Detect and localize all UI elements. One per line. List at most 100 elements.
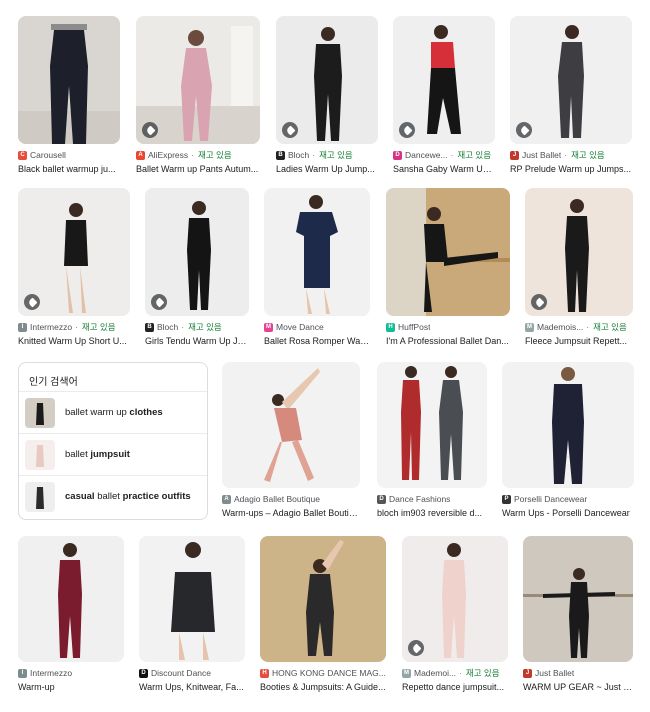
result-image[interactable] — [502, 362, 634, 488]
result-card[interactable]: M Mademois... · 재고 있음 Fleece Jumpsuit Re… — [525, 188, 633, 346]
result-title[interactable]: Warm-ups – Adagio Ballet Boutiq... — [222, 508, 360, 518]
result-source: A Adagio Ballet Boutique — [222, 493, 360, 505]
result-image[interactable] — [145, 188, 249, 316]
result-card[interactable]: B Bloch · 재고 있음 Ladies Warm Up Jump... — [276, 16, 378, 174]
shopping-tag-icon — [282, 122, 298, 138]
in-stock-label: 재고 있음 — [571, 150, 605, 160]
result-source: B Bloch · 재고 있음 — [145, 321, 249, 333]
result-image[interactable] — [18, 188, 130, 316]
dancewear-icon: D — [393, 150, 402, 160]
dancefashions-icon: D — [377, 494, 386, 504]
result-title[interactable]: WARM UP GEAR ~ Just B... — [523, 682, 633, 692]
result-title[interactable]: Warm-up — [18, 682, 124, 692]
adagio-icon: A — [222, 494, 231, 504]
result-title[interactable]: Ballet Rosa Romper War... — [264, 336, 370, 346]
popular-searches-heading: 인기 검색어 — [29, 377, 78, 388]
huffpost-icon: H — [386, 322, 395, 332]
result-card[interactable]: D Dance Fashions bloch im903 reversible … — [377, 362, 487, 518]
result-card[interactable]: D Dancewe... · 재고 있음 Sansha Gaby Warm Up… — [393, 16, 495, 174]
result-image[interactable] — [222, 362, 360, 488]
result-title[interactable]: I'm A Professional Ballet Dan... — [386, 336, 510, 346]
in-stock-label: 재고 있음 — [457, 150, 492, 160]
shopping-tag-icon — [142, 122, 158, 138]
result-title[interactable]: Ballet Warm up Pants Autum... — [136, 164, 260, 174]
bloch-icon: B — [145, 322, 154, 332]
aliexpress-icon: A — [136, 150, 145, 160]
result-image[interactable] — [264, 188, 370, 316]
result-title[interactable]: Warm Ups, Knitwear, Fa... — [139, 682, 245, 692]
result-image[interactable] — [260, 536, 386, 662]
result-image[interactable] — [510, 16, 632, 144]
result-card[interactable]: J Just Ballet · 재고 있음 RP Prelude Warm up… — [510, 16, 632, 174]
result-card[interactable]: P Porselli Dancewear Warm Ups - Porselli… — [502, 362, 634, 518]
result-source: A AliExpress · 재고 있음 — [136, 149, 260, 161]
result-source: H HONG KONG DANCE MAG... — [260, 667, 386, 679]
result-card[interactable]: M Mademoi... · 재고 있음 Repetto dance jumps… — [402, 536, 508, 692]
bloch-icon: B — [276, 150, 285, 160]
intermezzo-icon: I — [18, 668, 27, 678]
shopping-tag-icon — [151, 294, 167, 310]
result-card[interactable]: M Move Dance Ballet Rosa Romper War... — [264, 188, 370, 346]
result-image[interactable] — [523, 536, 633, 662]
mademoiselle-icon: M — [402, 668, 411, 678]
popular-search-item[interactable]: casual ballet practice outfits — [19, 475, 207, 517]
result-source: H HuffPost — [386, 321, 510, 333]
result-image[interactable] — [377, 362, 487, 488]
shopping-tag-icon — [399, 122, 415, 138]
result-image[interactable] — [276, 16, 378, 144]
result-source: M Mademois... · 재고 있음 — [525, 322, 627, 332]
result-title[interactable]: Girls Tendu Warm Up Ju... — [145, 336, 249, 346]
popular-search-thumbnail — [25, 397, 55, 428]
shopping-tag-icon — [24, 294, 40, 310]
result-image[interactable] — [139, 536, 245, 662]
result-image[interactable] — [402, 536, 508, 662]
result-source: B Bloch · 재고 있음 — [276, 149, 378, 161]
justballet-icon: J — [523, 668, 532, 678]
in-stock-label: 재고 있음 — [465, 668, 500, 678]
result-source: D Dance Fashions — [377, 493, 487, 505]
shopping-tag-icon — [408, 640, 424, 656]
result-source: M Mademoi... · 재고 있음 — [402, 668, 500, 678]
in-stock-label: 재고 있음 — [81, 322, 116, 332]
result-card[interactable]: J Just Ballet WARM UP GEAR ~ Just B... — [523, 536, 633, 692]
result-source: D Dancewe... · 재고 있음 — [393, 149, 495, 161]
mademoiselle-icon: M — [525, 322, 534, 332]
result-image[interactable] — [393, 16, 495, 144]
result-title[interactable]: Black ballet warmup ju... — [18, 164, 120, 174]
movedance-icon: M — [264, 322, 273, 332]
result-card[interactable]: A Adagio Ballet Boutique Warm-ups – Adag… — [222, 362, 360, 518]
result-card[interactable]: I Intermezzo · 재고 있음 Knitted Warm Up Sho… — [18, 188, 130, 346]
result-card[interactable]: H HONG KONG DANCE MAG... Booties & Jumps… — [260, 536, 386, 692]
shopping-tag-icon — [516, 122, 532, 138]
result-image[interactable] — [136, 16, 260, 144]
popular-search-item[interactable]: ballet jumpsuit — [19, 433, 207, 475]
result-image[interactable] — [18, 536, 124, 662]
result-card[interactable]: B Bloch · 재고 있음 Girls Tendu Warm Up Ju..… — [145, 188, 249, 346]
result-card[interactable]: D Discount Dance Warm Ups, Knitwear, Fa.… — [139, 536, 245, 692]
result-title[interactable]: Warm Ups - Porselli Dancewear — [502, 508, 634, 518]
result-card[interactable]: I Intermezzo Warm-up — [18, 536, 124, 692]
result-card[interactable]: C Carousell Black ballet warmup ju... — [18, 16, 120, 174]
result-title[interactable]: Repetto dance jumpsuit... — [402, 682, 508, 692]
result-source: C Carousell — [18, 149, 120, 161]
popular-search-item[interactable]: ballet warm up clothes — [19, 391, 207, 433]
result-title[interactable]: Fleece Jumpsuit Repett... — [525, 336, 633, 346]
result-title[interactable]: Booties & Jumpsuits: A Guide... — [260, 682, 386, 692]
in-stock-label: 재고 있음 — [198, 150, 232, 160]
result-title[interactable]: Ladies Warm Up Jump... — [276, 164, 378, 174]
result-source: I Intermezzo — [18, 667, 124, 679]
result-card[interactable]: A AliExpress · 재고 있음 Ballet Warm up Pant… — [136, 16, 260, 174]
result-source: D Discount Dance — [139, 667, 245, 679]
porselli-icon: P — [502, 494, 511, 504]
discountdance-icon: D — [139, 668, 148, 678]
result-image[interactable] — [386, 188, 510, 316]
result-title[interactable]: Sansha Gaby Warm Up ... — [393, 164, 495, 174]
result-image[interactable] — [525, 188, 633, 316]
intermezzo-icon: I — [18, 322, 27, 332]
result-title[interactable]: bloch im903 reversible d... — [377, 508, 487, 518]
result-image[interactable] — [18, 16, 120, 144]
result-title[interactable]: Knitted Warm Up Short U... — [18, 336, 130, 346]
result-title[interactable]: RP Prelude Warm up Jumps... — [510, 164, 632, 174]
result-source: M Move Dance — [264, 322, 324, 332]
result-card[interactable]: H HuffPost I'm A Professional Ballet Dan… — [386, 188, 510, 346]
